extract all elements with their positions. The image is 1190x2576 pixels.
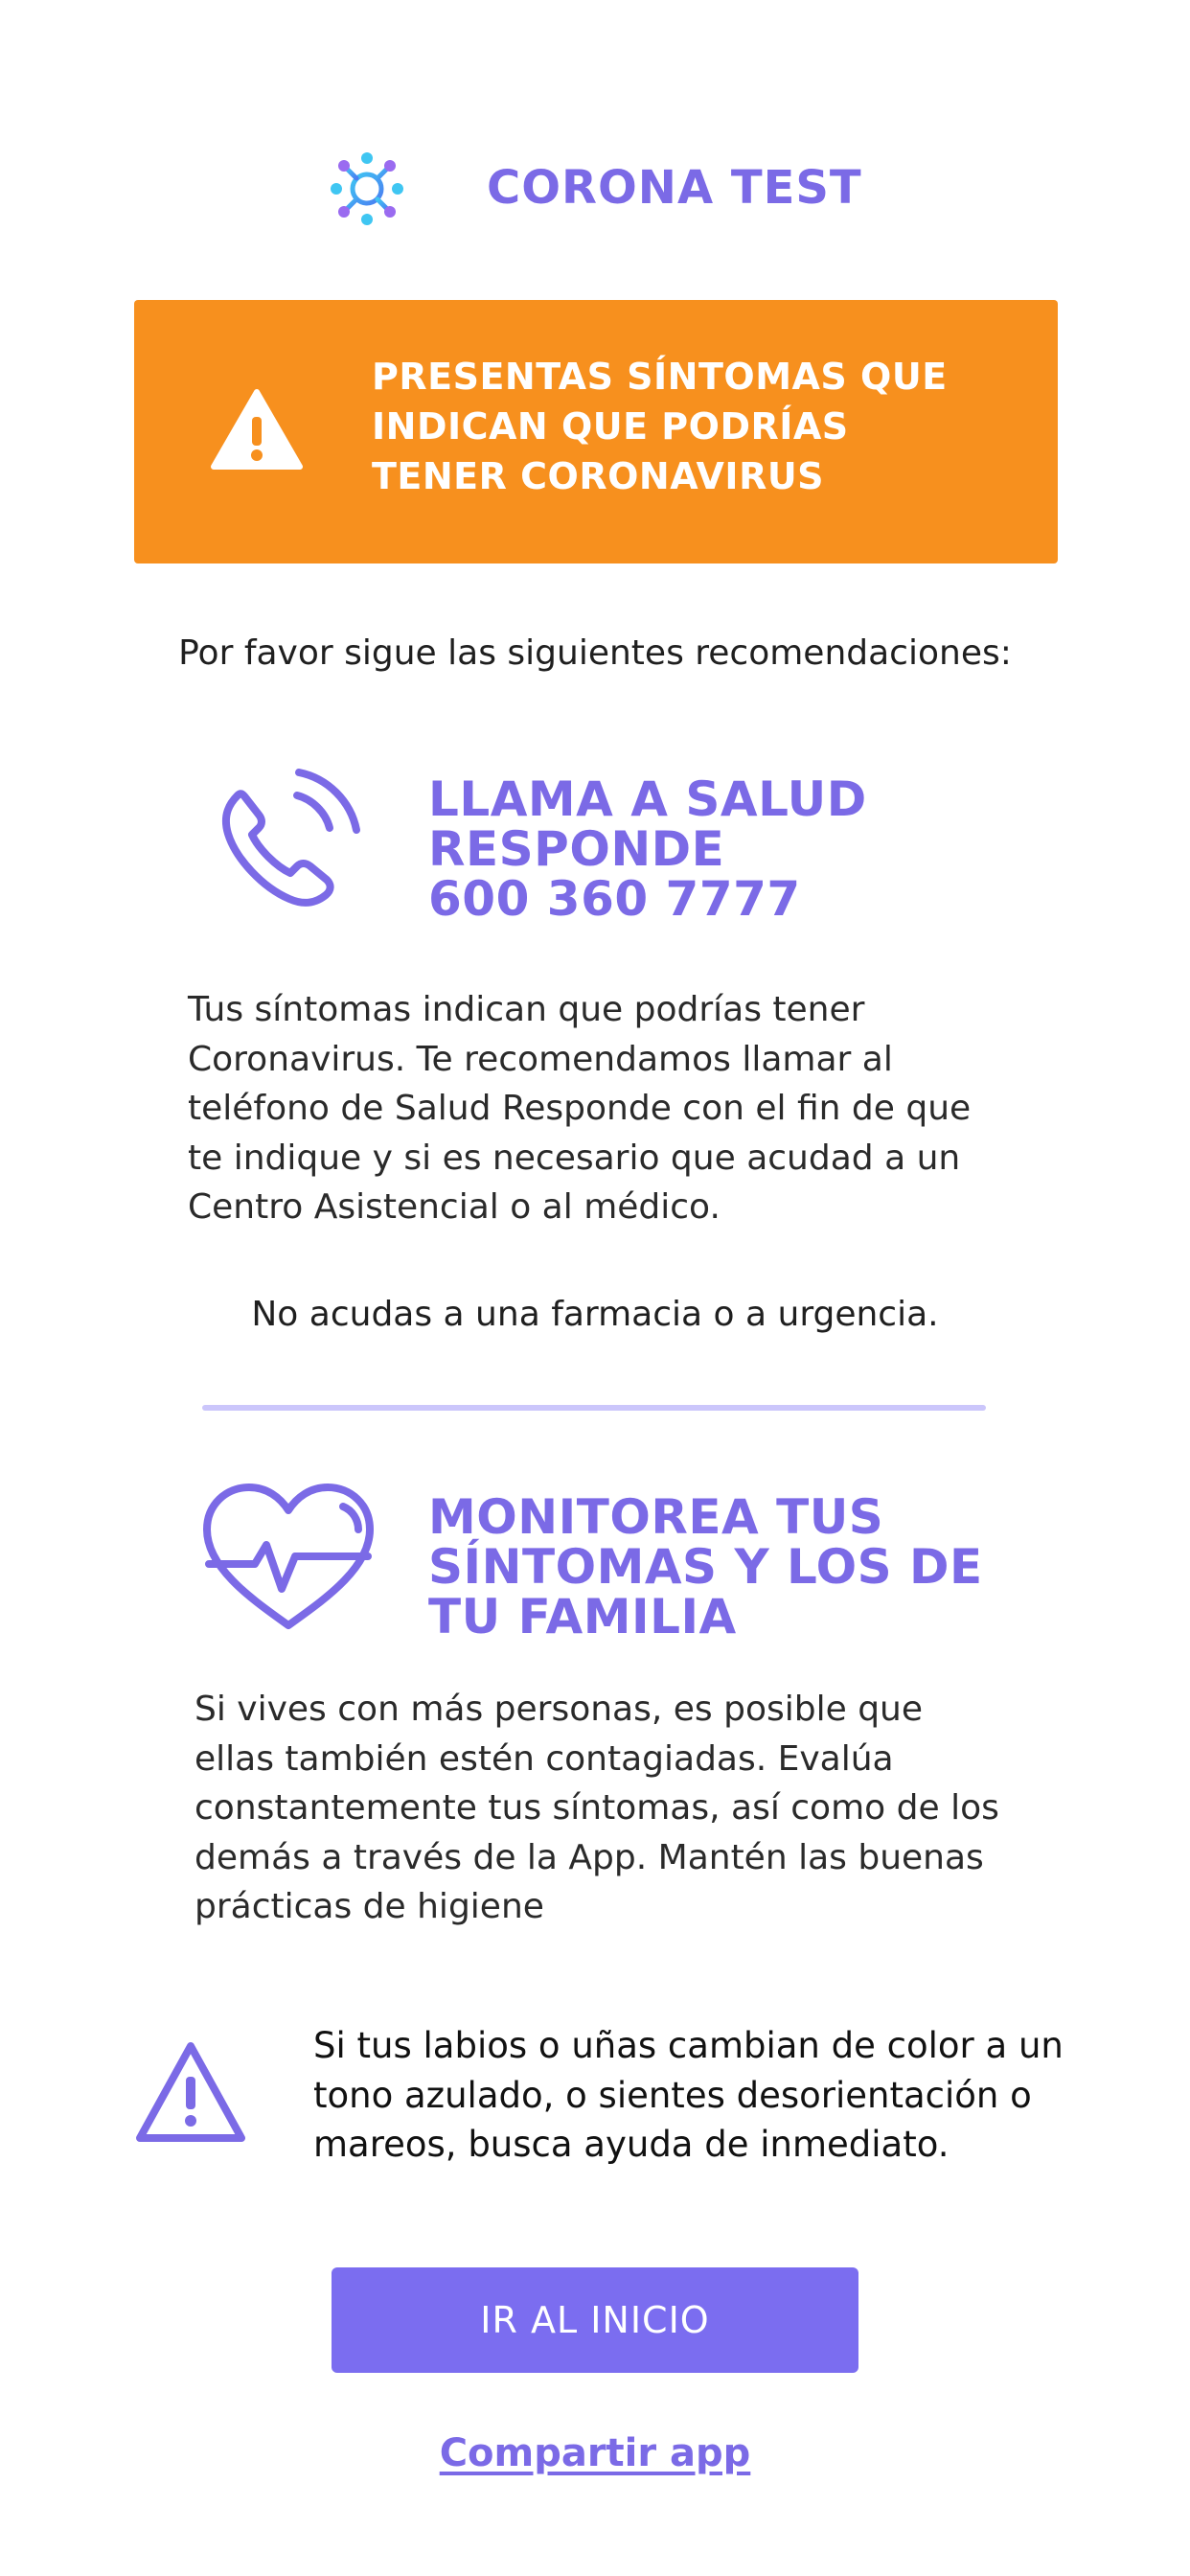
alert-message: PRESENTAS SÍNTOMAS QUE INDICAN QUE PODRÍ… xyxy=(372,352,985,501)
section-divider xyxy=(202,1405,986,1411)
warning-line: mareos, busca ayuda de inmediato. xyxy=(313,2124,950,2165)
paragraph-line: demás a través de la App. Mantén las bue… xyxy=(195,1837,984,1877)
heading-line: SÍNTOMAS Y LOS DE xyxy=(428,1539,983,1595)
monitor-heading: MONITOREA TUS SÍNTOMAS Y LOS DE TU FAMIL… xyxy=(428,1492,1099,1642)
paragraph-line: Coronavirus. Te recomendamos llamar al xyxy=(188,1039,893,1079)
paragraph-line: ellas también estén contagiadas. Evalúa xyxy=(195,1738,894,1779)
virus-molecule-icon xyxy=(329,150,405,227)
call-heading: LLAMA A SALUD RESPONDE 600 360 7777 xyxy=(428,774,1080,924)
monitor-description: Si vives con más personas, es posible qu… xyxy=(195,1685,1038,1932)
share-app-link[interactable]: Compartir app xyxy=(440,2431,751,2475)
heading-line: LLAMA A SALUD xyxy=(428,771,867,827)
paragraph-line: constantemente tus síntomas, así como de… xyxy=(195,1788,999,1828)
warning-triangle-icon xyxy=(211,388,303,471)
paragraph-line: prácticas de higiene xyxy=(195,1887,544,1926)
phone-ringing-icon xyxy=(209,765,362,918)
phone-number: 600 360 7777 xyxy=(428,871,801,927)
share-app-container: Compartir app xyxy=(0,2425,1190,2482)
heart-pulse-icon xyxy=(199,1482,378,1635)
heading-line: RESPONDE xyxy=(428,821,725,877)
app-title: CORONA TEST xyxy=(487,161,862,215)
intro-text: Por favor sigue las siguientes recomenda… xyxy=(178,633,1012,673)
pharmacy-note: No acudas a una farmacia o a urgencia. xyxy=(251,1295,939,1334)
alert-line: TENER CORONAVIRUS xyxy=(372,455,825,497)
paragraph-line: Centro Asistencial o al médico. xyxy=(188,1187,721,1227)
warning-line: tono azulado, o sientes desorientación o xyxy=(313,2074,1032,2116)
paragraph-line: Si vives con más personas, es posible qu… xyxy=(195,1690,924,1729)
heading-line: TU FAMILIA xyxy=(428,1589,737,1644)
symptoms-alert-banner: PRESENTAS SÍNTOMAS QUE INDICAN QUE PODRÍ… xyxy=(134,300,1058,564)
go-home-button[interactable]: IR AL INICIO xyxy=(332,2267,858,2373)
emergency-warning: Si tus labios o uñas cambian de color a … xyxy=(313,2021,1080,2170)
paragraph-line: teléfono de Salud Responde con el fin de… xyxy=(188,1089,972,1128)
call-description: Tus síntomas indican que podrías tener C… xyxy=(188,985,1031,1232)
paragraph-line: te indique y si es necesario que acudad … xyxy=(188,1138,961,1178)
alert-line: INDICAN QUE PODRÍAS xyxy=(372,405,849,448)
warning-line: Si tus labios o uñas cambian de color a … xyxy=(313,2025,1064,2066)
paragraph-line: Tus síntomas indican que podrías tener xyxy=(188,990,865,1029)
heading-line: MONITOREA TUS xyxy=(428,1489,884,1545)
alert-line: PRESENTAS SÍNTOMAS QUE xyxy=(372,356,948,398)
warning-triangle-outline-icon xyxy=(134,2040,247,2146)
